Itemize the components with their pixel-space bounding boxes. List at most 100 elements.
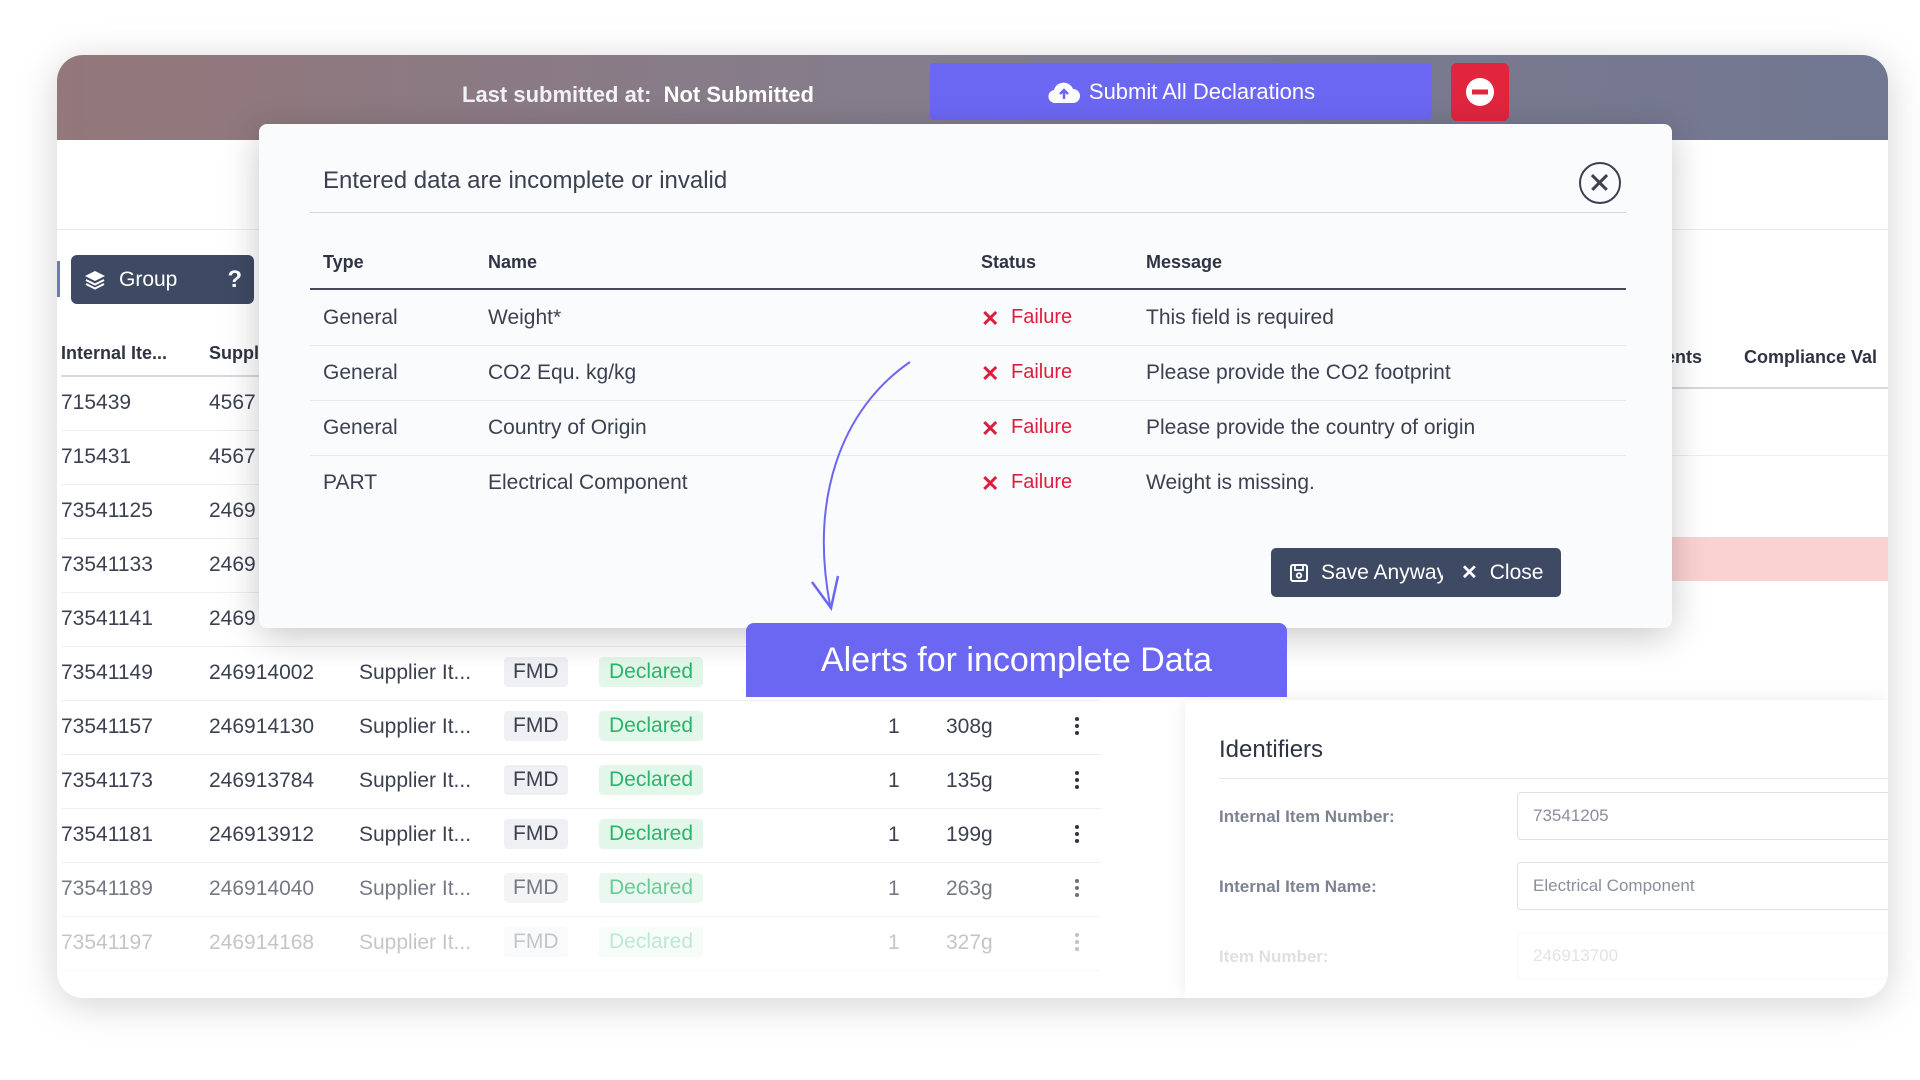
internal-item-number-label: Internal Item Number:: [1219, 807, 1395, 826]
minus-circle-icon: [1466, 78, 1494, 106]
cell-internal: 73541141: [61, 607, 153, 630]
table-row[interactable]: 73541173 246913784 Supplier It... FMD De…: [61, 755, 1101, 809]
col-type: Type: [323, 252, 364, 272]
cell-name: Electrical Component: [488, 471, 688, 494]
type-tag: FMD: [504, 765, 568, 795]
help-icon[interactable]: ?: [227, 266, 242, 294]
cell-supplier: 4567: [209, 445, 256, 468]
cell-message: Please provide the CO2 footprint: [1146, 361, 1451, 384]
failure-x-icon: ✕: [981, 416, 1000, 441]
divider: [1219, 778, 1888, 779]
cell-supplier: 4567: [209, 391, 256, 414]
cell-type: General: [323, 306, 398, 329]
status-badge: Declared: [599, 927, 704, 957]
cell-weight: 199g: [946, 823, 993, 846]
cell-supplier: 246914130: [209, 715, 315, 738]
cell-internal: 715431: [61, 445, 132, 468]
cell-supplier: 2469: [209, 553, 256, 576]
cell-type: General: [323, 416, 398, 439]
cell-name: Supplier It...: [359, 823, 472, 846]
cell-name: Supplier It...: [359, 715, 472, 738]
last-submitted-value: Not Submitted: [663, 82, 814, 107]
submit-label: Submit All Declarations: [1088, 78, 1316, 104]
close-label: Close: [1489, 560, 1544, 584]
internal-item-name-label: Internal Item Name:: [1219, 877, 1377, 896]
col-compliance[interactable]: Compliance Val: [1744, 347, 1877, 368]
divider: [310, 212, 1626, 213]
identifiers-title: Identifiers: [1219, 736, 1324, 763]
table-row[interactable]: 73541157 246914130 Supplier It... FMD De…: [61, 701, 1101, 755]
validation-dialog: Entered data are incomplete or invalid T…: [259, 124, 1672, 628]
more-icon[interactable]: [1075, 717, 1079, 738]
status-badge: Declared: [599, 765, 704, 795]
cell-weight: 308g: [946, 715, 993, 738]
save-anyway-button[interactable]: Save Anyway: [1271, 548, 1466, 597]
type-tag: FMD: [504, 873, 568, 903]
cell-supplier: 246914002: [209, 661, 315, 684]
divider: [1657, 455, 1888, 456]
cell-qty: 1: [888, 769, 900, 792]
type-tag: FMD: [504, 657, 568, 687]
last-submitted: Last submitted at: Not Submitted: [462, 82, 814, 108]
callout-banner: Alerts for incomplete Data: [746, 623, 1287, 697]
failure-x-icon: ✕: [981, 471, 1000, 496]
cell-internal: 73541173: [61, 769, 153, 792]
type-tag: FMD: [504, 711, 568, 741]
error-row-highlight: [1657, 537, 1888, 581]
dialog-table-header: Type Name Status Message: [310, 250, 1626, 290]
submit-all-declarations-button[interactable]: Submit All Declarations: [930, 63, 1432, 120]
cell-message: Please provide the country of origin: [1146, 416, 1476, 439]
internal-item-name-field[interactable]: Electrical Component: [1517, 862, 1888, 910]
cell-internal: 73541189: [61, 877, 153, 900]
cell-message: This field is required: [1146, 306, 1334, 329]
last-submitted-label: Last submitted at:: [462, 82, 652, 107]
cell-status: Failure: [1011, 416, 1073, 438]
remove-button[interactable]: [1451, 63, 1509, 121]
close-button[interactable]: ✕ Close: [1443, 548, 1562, 597]
more-icon[interactable]: [1075, 825, 1079, 846]
close-x-icon: ✕: [1461, 562, 1478, 584]
table-row[interactable]: 73541197 246914168 Supplier It... FMD De…: [61, 917, 1101, 971]
more-icon[interactable]: [1075, 879, 1079, 900]
table-row[interactable]: 73541189 246914040 Supplier It... FMD De…: [61, 863, 1101, 917]
item-number-field[interactable]: 246913700: [1517, 932, 1888, 980]
status-badge: Declared: [599, 873, 704, 903]
table-row[interactable]: 73541181 246913912 Supplier It... FMD De…: [61, 809, 1101, 863]
cell-status: Failure: [1011, 361, 1073, 383]
cell-supplier: 246914168: [209, 931, 315, 954]
identifiers-panel: Identifiers Internal Item Number: 735412…: [1185, 700, 1888, 998]
status-badge: Declared: [599, 819, 704, 849]
callout-arrow: [810, 361, 911, 611]
cell-status: Failure: [1011, 471, 1073, 493]
failure-x-icon: ✕: [981, 306, 1000, 331]
save-icon: [1290, 563, 1308, 582]
divider: [1657, 387, 1888, 389]
type-tag: FMD: [504, 927, 568, 957]
group-label: Group: [119, 267, 178, 291]
cell-name: CO2 Equ. kg/kg: [488, 361, 637, 384]
col-supplier[interactable]: Suppl: [209, 343, 259, 364]
cell-internal: 73541149: [61, 661, 153, 684]
cell-internal: 73541197: [61, 931, 153, 954]
cell-weight: 135g: [946, 769, 993, 792]
cell-name: Supplier It...: [359, 769, 472, 792]
cell-type: General: [323, 361, 398, 384]
cell-name: Supplier It...: [359, 661, 472, 684]
cell-internal: 73541157: [61, 715, 153, 738]
col-internal-item[interactable]: Internal Ite...: [61, 343, 167, 364]
cell-weight: 263g: [946, 877, 993, 900]
dialog-row: General CO2 Equ. kg/kg ✕ Failure Please …: [310, 346, 1626, 401]
cell-internal: 73541125: [61, 499, 153, 522]
internal-item-number-field[interactable]: 73541205: [1517, 792, 1888, 840]
cell-name: Supplier It...: [359, 877, 472, 900]
more-icon[interactable]: [1075, 771, 1079, 792]
item-number-label: Item Number:: [1219, 947, 1329, 966]
cell-internal: 73541181: [61, 823, 153, 846]
more-icon[interactable]: [1075, 933, 1079, 954]
close-icon[interactable]: [1579, 162, 1621, 204]
cell-qty: 1: [888, 877, 900, 900]
cell-name: Country of Origin: [488, 416, 647, 439]
group-button[interactable]: Group ?: [71, 255, 254, 304]
cell-status: Failure: [1011, 306, 1073, 328]
cell-message: Weight is missing.: [1146, 471, 1315, 494]
